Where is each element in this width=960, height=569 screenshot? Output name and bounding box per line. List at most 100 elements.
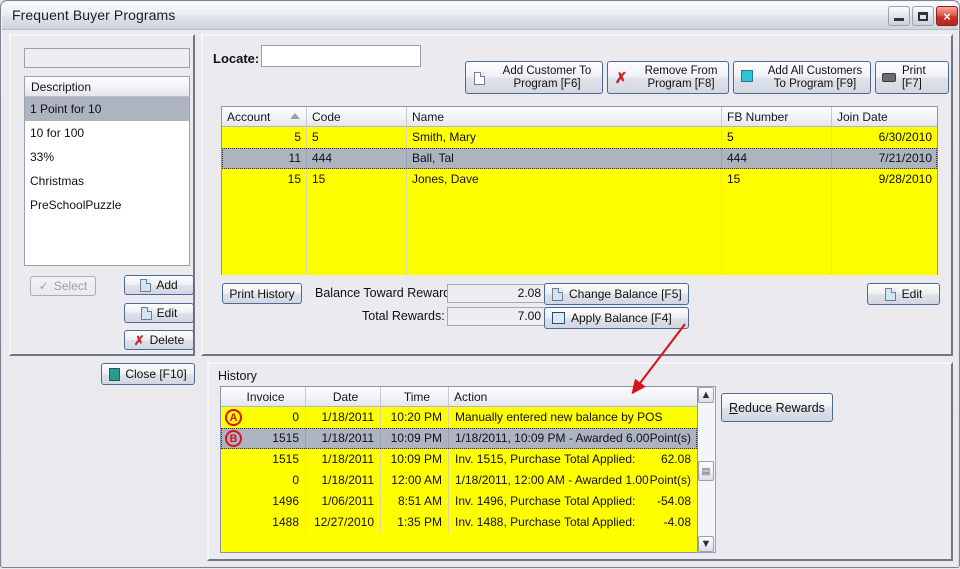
add-all-label: Add All Customers To Program [F9] xyxy=(760,65,870,91)
column-header-name[interactable]: Name xyxy=(407,107,722,126)
document-edit-icon xyxy=(884,287,896,301)
programs-panel: Description 1 Point for 10 10 for 100 33… xyxy=(9,34,195,356)
cell-action-suffix: 62.08 xyxy=(660,452,691,466)
cell-account: 5 xyxy=(222,127,307,148)
column-header-action[interactable]: Action xyxy=(449,387,697,406)
maximize-icon xyxy=(913,7,933,25)
locate-input[interactable] xyxy=(261,45,421,67)
apply-balance-label: Apply Balance [F4] xyxy=(571,311,672,325)
maximize-button[interactable] xyxy=(912,6,934,26)
cell-action-text: Inv. 1496, Purchase Total Applied: xyxy=(455,494,636,508)
history-grid-header: Invoice Date Time Action xyxy=(221,387,697,407)
scroll-up-button[interactable]: ▲ xyxy=(698,387,714,403)
table-row[interactable]: 15 15 Jones, Dave 15 9/28/2010 xyxy=(222,169,937,190)
total-rewards-value: 7.00 xyxy=(447,307,547,326)
document-icon xyxy=(466,70,492,85)
column-header-time[interactable]: Time xyxy=(381,387,449,406)
cell-join-date: 9/28/2010 xyxy=(878,172,932,186)
cell-action: Manually entered new balance by POS xyxy=(455,410,663,424)
close-f10-button[interactable]: Close [F10] xyxy=(101,363,195,385)
title-bar: Frequent Buyer Programs × xyxy=(2,2,958,30)
annotation-marker-a: A xyxy=(225,409,242,426)
cell-action: 1/18/2011, 12:00 AM - Awarded 1.00 Point… xyxy=(449,470,697,491)
cell-date: 1/18/2011 xyxy=(306,428,381,449)
table-row[interactable]: 1488 12/27/2010 1:35 PM Inv. 1488, Purch… xyxy=(221,512,697,533)
cell-time: 10:20 PM xyxy=(381,407,449,428)
add-button-label: Add xyxy=(156,278,178,292)
program-filter-input[interactable] xyxy=(24,48,190,68)
cell-name: Ball, Tal xyxy=(407,148,722,169)
minimize-icon xyxy=(889,7,909,25)
list-item[interactable]: PreSchoolPuzzle xyxy=(25,193,189,217)
edit-customer-button[interactable]: Edit xyxy=(867,283,940,305)
client-area: Description 1 Point for 10 10 for 100 33… xyxy=(2,30,958,567)
reduce-rewards-button[interactable]: Reduce Rewards xyxy=(721,393,833,422)
column-header-invoice[interactable]: Invoice xyxy=(221,387,306,406)
red-x-icon: ✗ xyxy=(614,69,628,87)
cell-date: 1/18/2011 xyxy=(306,407,381,428)
table-row[interactable]: 5 5 Smith, Mary 5 6/30/2010 xyxy=(222,127,937,148)
column-header-date[interactable]: Date xyxy=(306,387,381,406)
table-row[interactable]: 1515 1/18/2011 10:09 PM Inv. 1515, Purch… xyxy=(221,449,697,470)
cell-name: Smith, Mary xyxy=(407,127,722,148)
vscroll-thumb[interactable]: ▤ xyxy=(698,461,714,481)
cell-code: 444 xyxy=(307,148,407,169)
cell-join-date: 7/21/2010 xyxy=(878,151,932,165)
door-exit-icon xyxy=(109,367,121,381)
minimize-button[interactable] xyxy=(888,6,910,26)
history-vscrollbar[interactable]: ▲ ▤ ▼ xyxy=(698,386,716,553)
program-list[interactable]: Description 1 Point for 10 10 for 100 33… xyxy=(24,76,190,266)
history-grid[interactable]: Invoice Date Time Action A 0 1/18/2011 1… xyxy=(220,386,698,553)
column-header-join-date[interactable]: Join Date xyxy=(832,107,937,126)
close-button[interactable]: × xyxy=(936,6,958,26)
table-row[interactable]: A 0 1/18/2011 10:20 PM Manually entered … xyxy=(221,407,697,428)
table-row[interactable]: B 1515 1/18/2011 10:09 PM 1/18/2011, 10:… xyxy=(221,428,697,449)
column-header-code[interactable]: Code xyxy=(307,107,407,126)
reduce-rewards-label: Reduce Rewards xyxy=(729,401,825,415)
cell-invoice: 1515 xyxy=(221,449,306,470)
remove-from-program-button[interactable]: ✗ Remove From Program [F8] xyxy=(607,61,729,94)
cell-name: Jones, Dave xyxy=(407,169,722,190)
change-balance-label: Change Balance [F5] xyxy=(569,287,682,301)
cell-action: 1/18/2011, 10:09 PM - Awarded 6.00 Point… xyxy=(449,428,697,449)
cell-action: Inv. 1496, Purchase Total Applied: -54.0… xyxy=(449,491,697,512)
table-row[interactable]: 11 444 Ball, Tal 444 7/21/2010 xyxy=(222,148,937,169)
document-icon xyxy=(552,287,563,301)
print-button[interactable]: Print [F7] xyxy=(875,61,949,94)
delete-program-button[interactable]: ✗ Delete xyxy=(124,330,194,350)
edit-program-button[interactable]: Edit xyxy=(124,303,194,323)
customer-grid-empty-area xyxy=(222,190,937,275)
cell-time: 8:51 AM xyxy=(381,491,449,512)
document-add-icon xyxy=(140,278,152,292)
list-item[interactable]: 33% xyxy=(25,145,189,169)
reduce-rewards-accel: R xyxy=(729,400,739,415)
list-item[interactable]: Christmas xyxy=(25,169,189,193)
red-x-icon: ✗ xyxy=(133,332,145,348)
add-customer-label: Add Customer To Program [F6] xyxy=(492,65,602,91)
list-item[interactable]: 1 Point for 10 xyxy=(25,97,189,121)
cell-fb-number: 5 xyxy=(722,127,832,148)
column-header-account[interactable]: Account xyxy=(222,107,307,126)
add-all-customers-button[interactable]: Add All Customers To Program [F9] xyxy=(733,61,871,94)
apply-balance-button[interactable]: Apply Balance [F4] xyxy=(544,307,689,329)
table-row[interactable]: 0 1/18/2011 12:00 AM 1/18/2011, 12:00 AM… xyxy=(221,470,697,491)
table-row[interactable]: 1496 1/06/2011 8:51 AM Inv. 1496, Purcha… xyxy=(221,491,697,512)
cell-action-suffix: Point(s) xyxy=(649,473,691,487)
annotation-marker-b: B xyxy=(225,430,242,447)
list-item[interactable]: 10 for 100 xyxy=(25,121,189,145)
printer-icon xyxy=(876,71,902,85)
select-button-label: Select xyxy=(53,279,88,293)
add-customer-to-program-button[interactable]: Add Customer To Program [F6] xyxy=(465,61,603,94)
add-all-line1: Add All Customers xyxy=(767,64,863,77)
window-title: Frequent Buyer Programs xyxy=(12,7,176,23)
select-button[interactable]: ✓ Select xyxy=(30,276,96,296)
column-header-fb-number[interactable]: FB Number xyxy=(722,107,832,126)
customer-grid[interactable]: Account Code Name FB Number Join Date 5 … xyxy=(221,106,938,275)
balance-toward-reward-label: Balance Toward Reward: xyxy=(315,286,454,300)
print-history-button[interactable]: Print History xyxy=(222,283,302,304)
add-all-line2: To Program [F9] xyxy=(773,77,857,90)
check-icon: ✓ xyxy=(38,279,49,293)
change-balance-button[interactable]: Change Balance [F5] xyxy=(544,283,689,305)
add-program-button[interactable]: Add xyxy=(124,275,194,295)
scroll-down-button[interactable]: ▼ xyxy=(698,536,714,552)
